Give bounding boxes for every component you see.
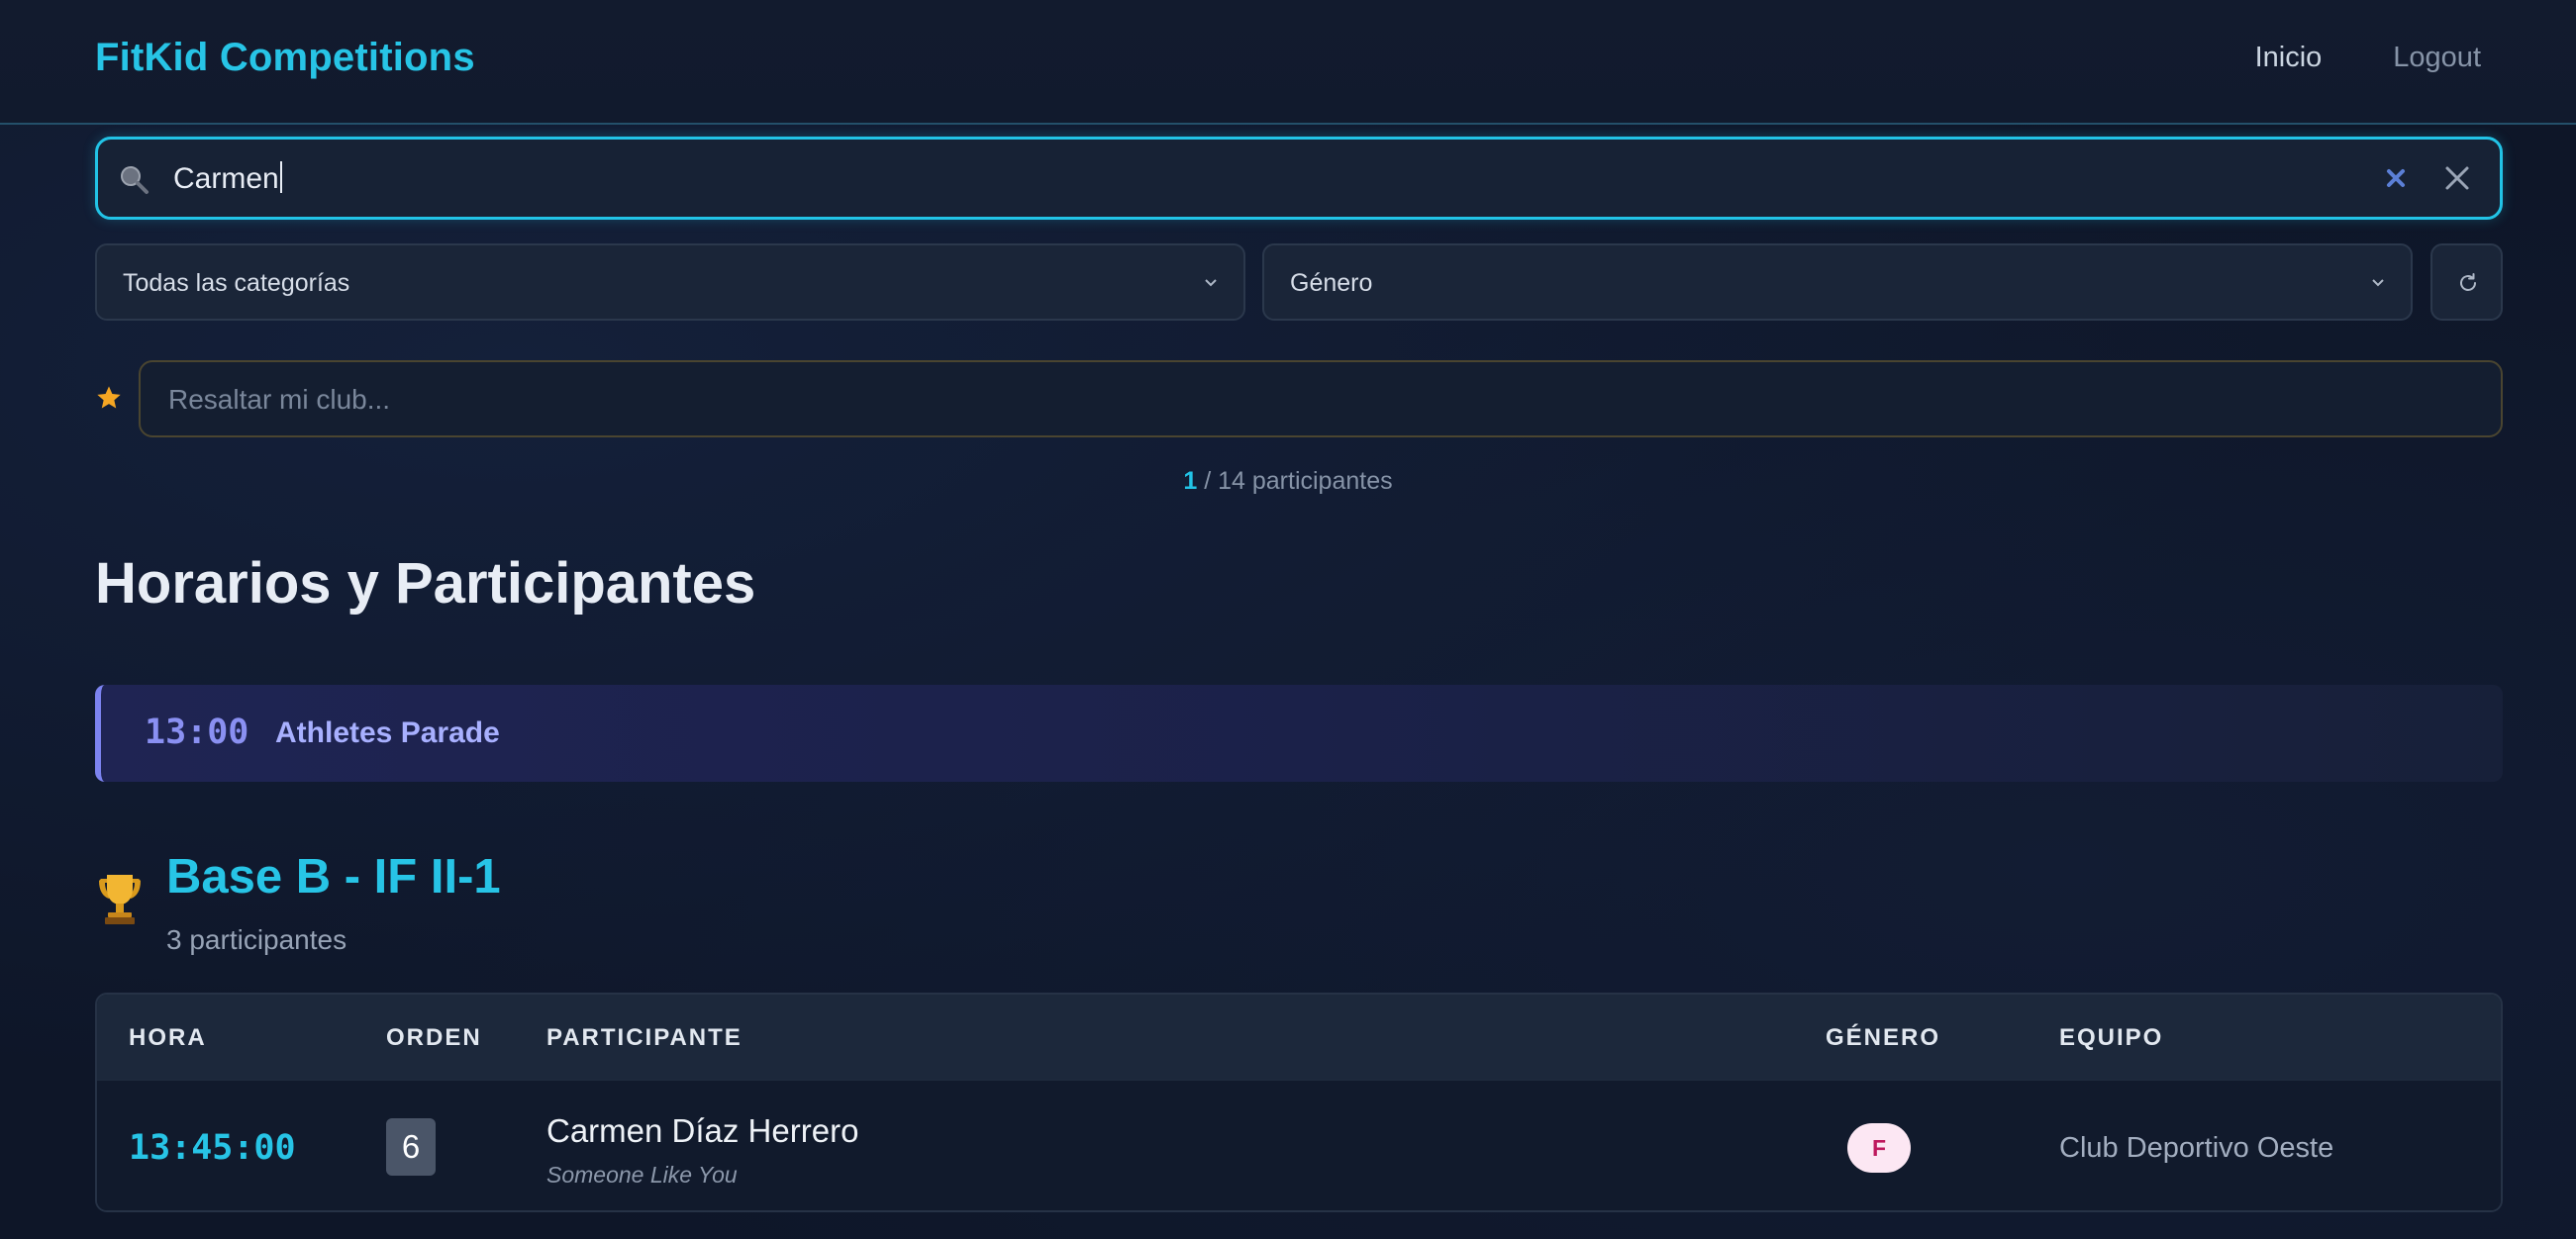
- chevron-down-icon: [1205, 279, 1217, 287]
- refresh-icon: [2460, 273, 2476, 291]
- highlight-club-input[interactable]: Resaltar mi club...: [139, 360, 2503, 437]
- trophy-icon: [99, 875, 141, 924]
- category-participant-count: 3 participantes: [166, 924, 347, 955]
- table-row[interactable]: 13:45:00 6 Carmen Díaz Herrero Someone L…: [97, 1080, 2501, 1210]
- star-icon: [97, 386, 121, 409]
- category-select[interactable]: Todas las categorías: [95, 243, 1245, 321]
- result-count-current: 1: [1183, 467, 1198, 495]
- category-title: Base B - IF II-1: [166, 850, 501, 904]
- page-title: Horarios y Participantes: [95, 551, 756, 616]
- refresh-button[interactable]: [2430, 243, 2503, 321]
- column-header-equipo: EQUIPO: [2059, 1024, 2164, 1051]
- table-header: HORA ORDEN PARTICIPANTE GÉNERO EQUIPO: [97, 995, 2501, 1080]
- nav-links: Inicio Logout: [2255, 42, 2481, 74]
- column-header-participante: PARTICIPANTE: [546, 1024, 743, 1051]
- event-time: 13:00: [145, 713, 249, 752]
- nav-link-inicio[interactable]: Inicio: [2255, 42, 2323, 74]
- result-count-separator: /: [1197, 467, 1219, 495]
- result-count-total: 14 participantes: [1218, 467, 1393, 495]
- chevron-down-icon: [2372, 279, 2384, 287]
- search-input[interactable]: Carmen: [95, 137, 2503, 220]
- brand-logo-text[interactable]: FitKid Competitions: [95, 36, 475, 80]
- gender-select-value: Género: [1290, 269, 1373, 297]
- gender-badge: F: [1847, 1123, 1911, 1173]
- column-header-orden: ORDEN: [386, 1024, 482, 1051]
- participant-song: Someone Like You: [546, 1162, 738, 1188]
- clear-search-icon[interactable]: [2381, 163, 2411, 193]
- nav-link-logout[interactable]: Logout: [2393, 42, 2481, 74]
- cell-hora: 13:45:00: [129, 1128, 296, 1168]
- team-name: Club Deportivo Oeste: [2059, 1132, 2334, 1164]
- search-value[interactable]: Carmen: [173, 161, 282, 196]
- event-title: Athletes Parade: [275, 716, 500, 749]
- column-header-genero: GÉNERO: [1826, 1024, 1941, 1051]
- search-icon: [121, 166, 149, 194]
- orden-badge: 6: [386, 1118, 436, 1176]
- event-banner: 13:00 Athletes Parade: [95, 685, 2503, 782]
- category-select-value: Todas las categorías: [123, 269, 350, 297]
- top-navbar: FitKid Competitions Inicio Logout: [0, 0, 2576, 125]
- gender-select[interactable]: Género: [1262, 243, 2413, 321]
- column-header-hora: HORA: [129, 1024, 207, 1051]
- close-icon[interactable]: [2440, 161, 2474, 195]
- participants-table: HORA ORDEN PARTICIPANTE GÉNERO EQUIPO 13…: [95, 993, 2503, 1212]
- highlight-club-placeholder: Resaltar mi club...: [168, 384, 391, 415]
- participant-name: Carmen Díaz Herrero: [546, 1112, 859, 1149]
- result-count: 1 / 14 participantes: [0, 467, 2576, 496]
